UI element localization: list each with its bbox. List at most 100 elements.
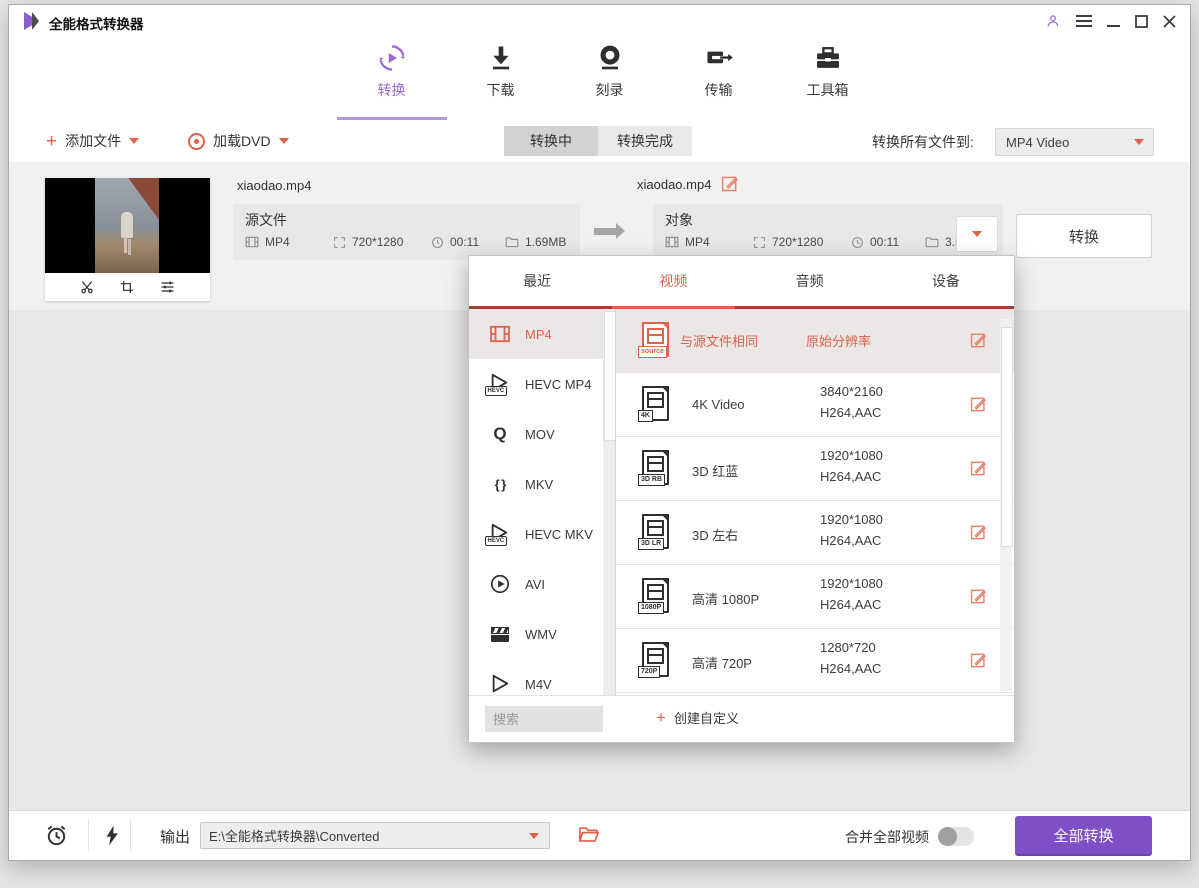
scrollbar-thumb[interactable] <box>604 311 616 441</box>
chevron-down-icon[interactable] <box>129 138 139 144</box>
chevron-down-icon <box>1134 139 1144 145</box>
minimize-icon[interactable] <box>1107 14 1120 28</box>
scrollbar-thumb[interactable] <box>1001 327 1013 547</box>
rename-edit-icon[interactable] <box>721 175 739 193</box>
chevron-down-icon[interactable] <box>279 138 289 144</box>
format-item-mov[interactable]: Q MOV <box>469 409 615 459</box>
preset-row-same-as-source[interactable]: source 与源文件相同 原始分辨率 <box>616 309 1014 373</box>
target-duration: 00:11 <box>870 235 899 249</box>
plus-icon: + <box>46 132 57 151</box>
edit-preset-icon[interactable] <box>970 396 987 413</box>
edit-preset-icon[interactable] <box>970 332 987 349</box>
format-item-avi[interactable]: AVI <box>469 559 615 609</box>
matroska-icon: { } <box>487 477 513 492</box>
clock-icon <box>431 236 444 249</box>
target-format-dropdown-button[interactable] <box>956 216 998 252</box>
crop-icon[interactable] <box>119 279 135 295</box>
format-item-mkv[interactable]: { } MKV <box>469 459 615 509</box>
preset-row-4k[interactable]: 4K 4K Video 3840*2160 H264,AAC <box>616 373 1014 437</box>
preset-row-720p[interactable]: 720P 高清 720P 1280*720 H264,AAC <box>616 629 1014 693</box>
high-speed-bolt-icon[interactable] <box>102 824 122 847</box>
tab-finished[interactable]: 转换完成 <box>598 126 692 156</box>
nav-tab-toolbox[interactable]: 工具箱 <box>773 43 882 100</box>
merge-videos-toggle[interactable] <box>938 827 974 846</box>
resolution-icon <box>753 236 766 249</box>
preset-name: 3D 红蓝 <box>692 461 738 480</box>
add-files-button[interactable]: + 添加文件 <box>46 120 139 162</box>
tab-recent[interactable]: 最近 <box>469 256 605 306</box>
target-info-panel: 对象 MP4 720*1280 00:11 3.52MB <box>653 204 1003 260</box>
edit-preset-icon[interactable] <box>970 524 987 541</box>
edit-preset-icon[interactable] <box>970 652 987 669</box>
format-item-m4v[interactable]: M4V <box>469 659 615 695</box>
source-info-panel: 源文件 MP4 720*1280 00:11 1.69MB <box>233 204 580 260</box>
preset-name: 与源文件相同 <box>680 331 758 350</box>
trim-scissors-icon[interactable] <box>79 279 95 295</box>
format-item-hevc-mkv[interactable]: HEVC HEVC MKV <box>469 509 615 559</box>
menu-icon[interactable] <box>1076 14 1092 28</box>
preset-row-3d-lr[interactable]: 3D LR 3D 左右 1920*1080 H264,AAC <box>616 501 1014 565</box>
transfer-icon <box>704 43 734 73</box>
load-dvd-button[interactable]: 加载DVD <box>188 120 289 162</box>
account-icon[interactable] <box>1045 13 1061 29</box>
thumbnail-toolbar <box>45 273 210 301</box>
nav-tab-download[interactable]: 下载 <box>446 43 555 100</box>
convert-button[interactable]: 转换 <box>1016 214 1152 258</box>
convert-all-button[interactable]: 全部转换 <box>1015 816 1152 856</box>
effects-sliders-icon[interactable] <box>159 279 176 295</box>
video-thumbnail <box>45 178 210 301</box>
preset-codec: H264,AAC <box>820 405 881 420</box>
edit-preset-icon[interactable] <box>970 588 987 605</box>
output-format-select[interactable]: MP4 Video <box>995 128 1154 156</box>
close-icon[interactable] <box>1163 15 1176 28</box>
preset-row-3d-rb[interactable]: 3D RB 3D 红蓝 1920*1080 H264,AAC <box>616 437 1014 501</box>
search-input[interactable] <box>485 706 603 732</box>
hevc-play-icon: HEVC <box>487 523 513 545</box>
create-custom-button[interactable]: + 创建自定义 <box>656 708 739 727</box>
nav-label: 刻录 <box>596 80 624 100</box>
nav-label: 工具箱 <box>807 80 849 100</box>
nav-tab-convert[interactable]: 转换 <box>337 43 446 100</box>
film-icon <box>487 325 513 343</box>
tab-audio[interactable]: 音频 <box>742 256 878 306</box>
app-window: 全能格式转换器 <box>8 4 1191 861</box>
download-icon <box>486 43 516 73</box>
edit-preset-icon[interactable] <box>970 460 987 477</box>
format-list-scrollbar[interactable] <box>603 309 615 695</box>
preset-row-1080p[interactable]: 1080P 高清 1080P 1920*1080 H264,AAC <box>616 565 1014 629</box>
output-path-select[interactable]: E:\全能格式转换器\Converted <box>200 822 550 849</box>
schedule-clock-icon[interactable] <box>44 823 69 848</box>
nav-tab-burn[interactable]: 刻录 <box>555 43 664 100</box>
tab-video[interactable]: 视频 <box>605 256 741 306</box>
preset-file-icon: 720P <box>642 642 669 677</box>
source-format: MP4 <box>265 235 290 249</box>
nav-label: 下载 <box>487 80 515 100</box>
play-outline-icon <box>487 674 513 694</box>
nav-tab-transfer[interactable]: 传输 <box>664 43 773 100</box>
folder-icon <box>505 236 519 248</box>
app-title: 全能格式转换器 <box>49 13 144 33</box>
toggle-knob <box>938 827 957 846</box>
format-list: MP4 HEVC HEVC MP4 Q MOV { } MKV HEVC <box>469 309 616 695</box>
maximize-icon[interactable] <box>1135 15 1148 28</box>
source-duration: 00:11 <box>450 235 479 249</box>
tab-device[interactable]: 设备 <box>878 256 1014 306</box>
thumbnail-image <box>45 178 210 273</box>
clapperboard-icon <box>487 627 513 642</box>
title-bar: 全能格式转换器 <box>9 5 1190 38</box>
tab-converting[interactable]: 转换中 <box>504 126 598 156</box>
format-item-hevc-mp4[interactable]: HEVC HEVC MP4 <box>469 359 615 409</box>
preset-list-scrollbar[interactable] <box>1000 319 1012 691</box>
open-folder-icon[interactable] <box>578 825 600 844</box>
play-circle-icon <box>487 573 513 595</box>
nav-label: 传输 <box>705 80 733 100</box>
chevron-down-icon <box>972 231 982 237</box>
format-label: MOV <box>525 427 555 442</box>
format-popup: 最近 视频 音频 设备 MP4 HEVC HEVC MP4 Q MOV <box>468 255 1015 743</box>
quicktime-icon: Q <box>487 424 513 444</box>
merge-videos-label: 合并全部视频 <box>845 827 929 847</box>
source-resolution: 720*1280 <box>352 235 403 249</box>
format-item-mp4[interactable]: MP4 <box>469 309 615 359</box>
film-icon <box>665 236 679 248</box>
format-item-wmv[interactable]: WMV <box>469 609 615 659</box>
